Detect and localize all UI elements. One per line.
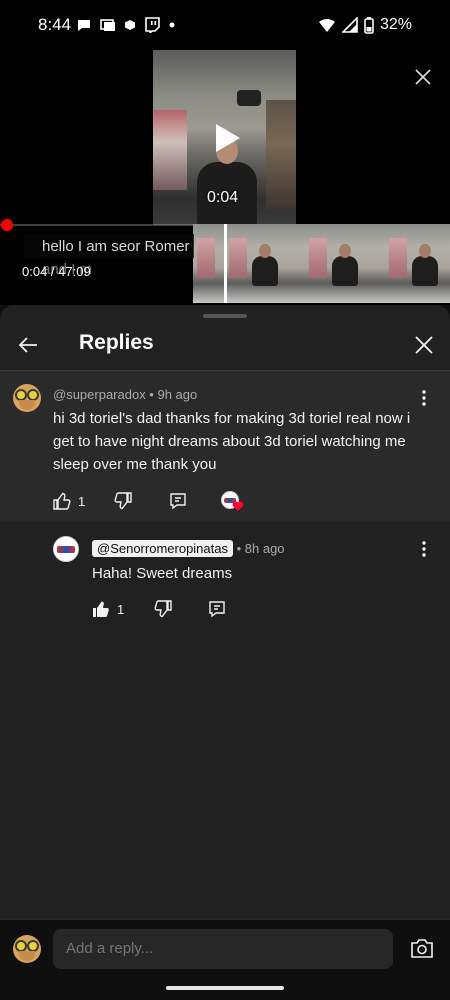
close-icon[interactable] xyxy=(412,333,436,357)
signal-icon xyxy=(341,17,358,33)
home-indicator[interactable] xyxy=(166,986,284,990)
system-icons: 32% xyxy=(318,15,412,35)
replies-sheet: Replies @superparadox • 9h ago hi 3d tor… xyxy=(0,305,450,1000)
like-button[interactable]: 1 xyxy=(53,490,85,512)
wifi-icon xyxy=(318,18,335,32)
app-screen: 8:44 32% 0:04 hello I am seor Romer and … xyxy=(0,0,450,1000)
video-background-lamp xyxy=(237,90,261,106)
battery-percent: 32% xyxy=(379,16,412,33)
scrub-filmstrip[interactable] xyxy=(193,224,450,303)
caption-line: hello I am seor Romer xyxy=(42,238,190,255)
sheet-header: Replies xyxy=(0,319,450,371)
back-arrow-icon[interactable] xyxy=(16,333,40,357)
like-button[interactable]: 1 xyxy=(92,598,124,620)
reply-meta: @Senorromeropinatas • 8h ago xyxy=(92,540,285,557)
thumb-up-filled-icon xyxy=(93,601,109,617)
progress-scrubber-handle[interactable] xyxy=(1,219,13,231)
comment-meta: @superparadox • 9h ago xyxy=(53,387,198,402)
comment-text: hi 3d toriel's dad thanks for making 3d … xyxy=(53,410,411,473)
sheet-drag-handle[interactable] xyxy=(203,314,247,318)
video-player[interactable]: 0:04 hello I am seor Romer and I m 0:04 … xyxy=(0,50,450,305)
filmstrip-thumb xyxy=(385,224,450,303)
thumb-down-icon[interactable] xyxy=(114,492,132,510)
close-player-icon[interactable] xyxy=(414,68,432,86)
dot-icon xyxy=(169,22,175,28)
battery-icon xyxy=(364,16,374,34)
filmstrip-thumb xyxy=(193,224,225,303)
twitch-icon xyxy=(145,17,160,33)
reply-input[interactable] xyxy=(53,929,393,969)
video-time-display: 0:04 / 47:09 xyxy=(22,264,91,279)
like-count: 1 xyxy=(78,493,86,509)
like-count: 1 xyxy=(117,601,125,617)
chat-bubble-icon xyxy=(78,20,90,31)
filmstrip-thumb xyxy=(225,224,305,303)
reply-age: • 8h ago xyxy=(236,541,285,556)
reply-comment: @Senorromeropinatas • 8h ago Haha! Sweet… xyxy=(0,521,450,621)
video-background-shelf xyxy=(266,100,296,210)
status-time: 8:44 xyxy=(38,15,72,34)
reply-text: Haha! Sweet dreams xyxy=(92,565,233,582)
sheet-title: Replies xyxy=(79,331,154,354)
more-vert-icon[interactable] xyxy=(416,539,432,559)
user-avatar xyxy=(13,935,41,963)
thumb-up-icon xyxy=(53,492,71,510)
reply-icon[interactable] xyxy=(208,600,226,618)
creator-avatar[interactable] xyxy=(53,536,79,562)
parent-comment: @superparadox • 9h ago hi 3d toriel's da… xyxy=(0,371,450,521)
photos-icon xyxy=(100,19,115,31)
creator-heart-badge xyxy=(221,491,245,513)
channel-owner-chip[interactable]: @Senorromeropinatas xyxy=(92,540,233,557)
thumb-down-icon[interactable] xyxy=(154,600,172,618)
scrub-position-line xyxy=(224,224,227,303)
video-background-shelf xyxy=(153,110,187,190)
more-vert-icon[interactable] xyxy=(416,388,432,408)
reply-composer xyxy=(0,919,450,1000)
camera-icon[interactable] xyxy=(410,937,434,959)
hexagon-icon xyxy=(125,20,135,30)
status-bar: 8:44 32% xyxy=(0,0,450,50)
avatar[interactable] xyxy=(13,384,41,412)
notification-icons xyxy=(76,15,176,35)
heart-icon xyxy=(232,501,244,511)
video-time-overlay: 0:04 xyxy=(207,189,239,206)
reply-icon[interactable] xyxy=(169,492,187,510)
play-icon[interactable] xyxy=(212,122,242,154)
filmstrip-thumb xyxy=(305,224,385,303)
